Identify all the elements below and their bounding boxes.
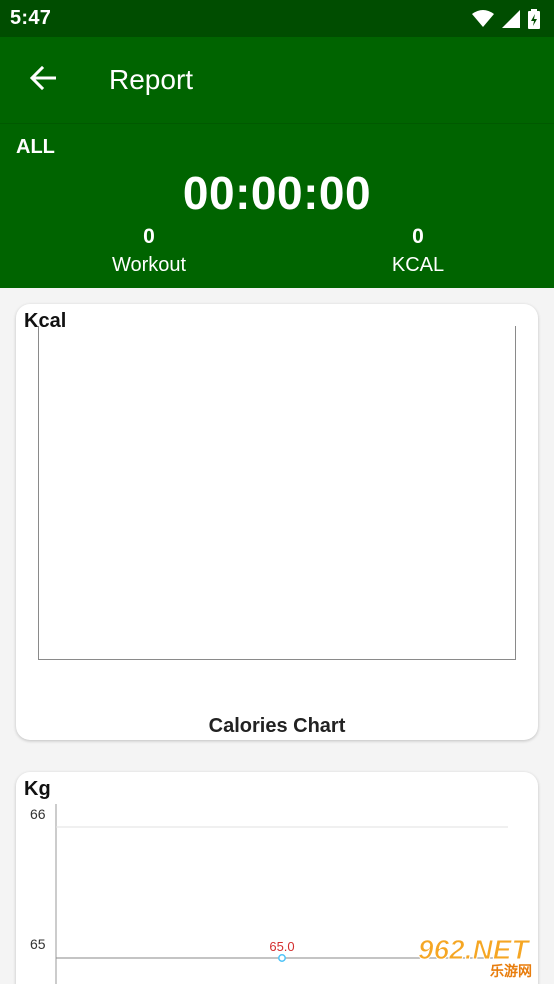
- filter-label[interactable]: ALL: [16, 136, 55, 159]
- total-duration: 00:00:00: [182, 167, 372, 219]
- watermark-subtext: 乐游网: [490, 963, 532, 980]
- calories-chart-caption: Calories Chart: [208, 715, 346, 737]
- kcal-stat: 0 KCAL: [328, 225, 508, 277]
- weight-point[interactable]: [278, 954, 286, 962]
- status-bar: 5:47: [0, 0, 554, 37]
- calories-card: Kcal Calories Chart: [16, 304, 538, 740]
- workout-label: Workout: [111, 254, 187, 276]
- battery-icon: [528, 8, 540, 29]
- watermark-text: 962.NET: [418, 934, 531, 965]
- app-bar: Report: [0, 37, 554, 123]
- workout-stat: 0 Workout: [59, 225, 239, 277]
- weight-point-label: 65.0: [269, 939, 294, 954]
- y-tick-label: 66: [30, 806, 46, 822]
- watermark-logo: 962.NET 乐游网: [414, 928, 550, 981]
- kcal-count: 0: [412, 225, 424, 248]
- status-time: 5:47: [10, 7, 52, 29]
- page-title: Report: [109, 64, 194, 95]
- calories-chart-plot[interactable]: [38, 326, 516, 660]
- wifi-icon: [472, 9, 494, 28]
- status-icons: [472, 8, 540, 29]
- signal-icon: [502, 9, 520, 28]
- workout-count: 0: [143, 225, 155, 248]
- arrow-left-icon: [29, 65, 57, 95]
- y-tick-label: 65: [30, 936, 46, 952]
- kcal-label: KCAL: [391, 254, 445, 276]
- summary-header: ALL 00:00:00 0 Workout 0 KCAL: [0, 123, 554, 288]
- back-button[interactable]: [21, 58, 65, 102]
